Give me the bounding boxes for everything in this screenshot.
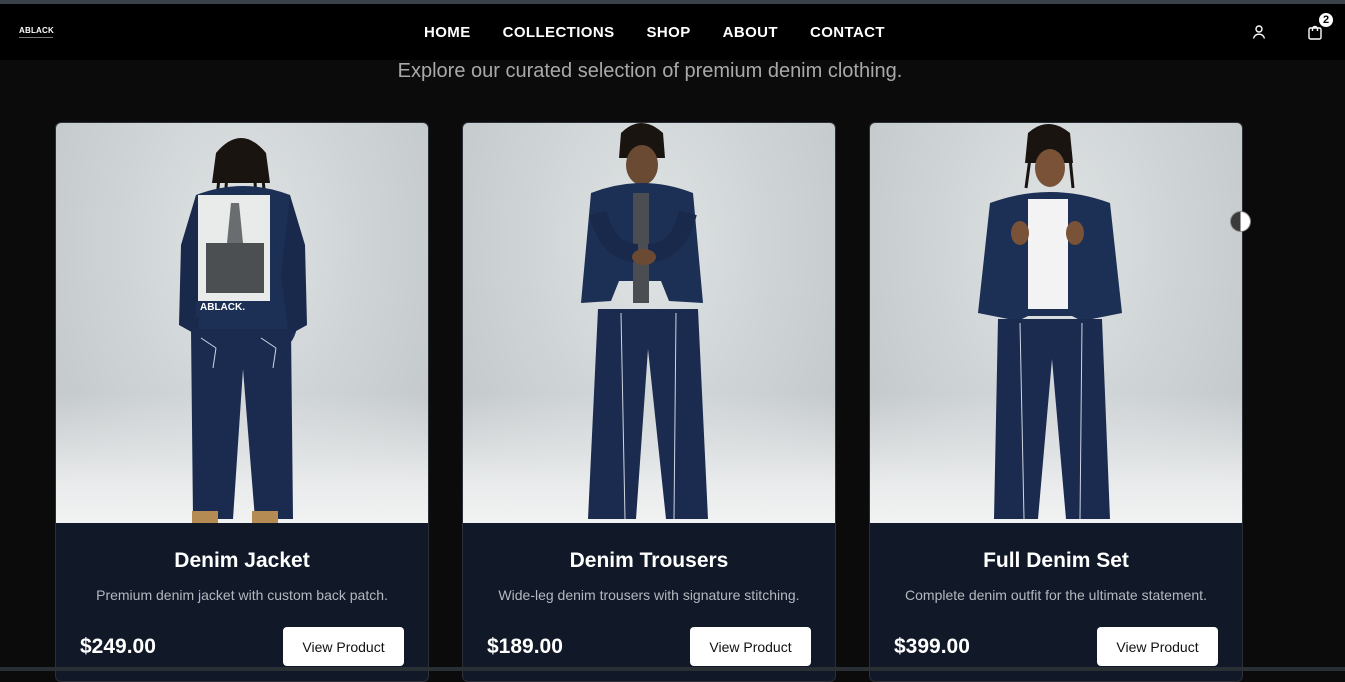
nav-shop[interactable]: SHOP [631,24,707,41]
product-description: Complete denim outfit for the ultimate s… [905,587,1207,603]
view-product-button[interactable]: View Product [283,627,404,666]
model-back-illustration [179,138,307,523]
nav-collections[interactable]: COLLECTIONS [487,24,631,41]
user-icon[interactable] [1250,23,1268,41]
product-price: $399.00 [894,634,970,658]
section-subtitle: Explore our curated selection of premium… [397,60,903,82]
navbar: ABLACK HOME COLLECTIONS SHOP ABOUT CONTA… [0,4,1345,60]
nav-home[interactable]: HOME [408,24,487,41]
cart-count-badge: 2 [1318,12,1334,28]
bottom-border [0,667,1345,671]
product-title: Denim Jacket [174,549,310,572]
carousel-handle[interactable] [1230,211,1251,232]
nav-about[interactable]: ABOUT [707,24,794,41]
product-image[interactable]: ABLACK. [56,123,428,523]
view-product-button[interactable]: View Product [690,627,811,666]
product-price: $249.00 [80,634,156,658]
model-set-illustration [978,124,1122,520]
jacket-patch-text: ABLACK. [200,302,245,313]
product-description: Wide-leg denim trousers with signature s… [498,587,800,603]
logo-underline [19,37,53,38]
product-card-denim-jacket[interactable]: ABLACK. Denim Jacket Premium denim jacke… [55,122,429,682]
nav-links: HOME COLLECTIONS SHOP ABOUT CONTACT [408,4,901,60]
product-image[interactable] [870,123,1242,523]
cart-button[interactable]: 2 [1306,12,1338,45]
view-product-button[interactable]: View Product [1097,627,1218,666]
product-description: Premium denim jacket with custom back pa… [96,587,388,603]
product-card-denim-trousers[interactable]: Denim Trousers Wide-leg denim trousers w… [462,122,836,682]
product-price: $189.00 [487,634,563,658]
logo[interactable]: ABLACK [19,26,54,35]
product-title: Full Denim Set [983,549,1129,572]
model-front-illustration [581,123,708,520]
product-card-full-denim-set[interactable]: Full Denim Set Complete denim outfit for… [869,122,1243,682]
product-image[interactable] [463,123,835,523]
nav-contact[interactable]: CONTACT [794,24,901,41]
product-title: Denim Trousers [569,549,729,572]
